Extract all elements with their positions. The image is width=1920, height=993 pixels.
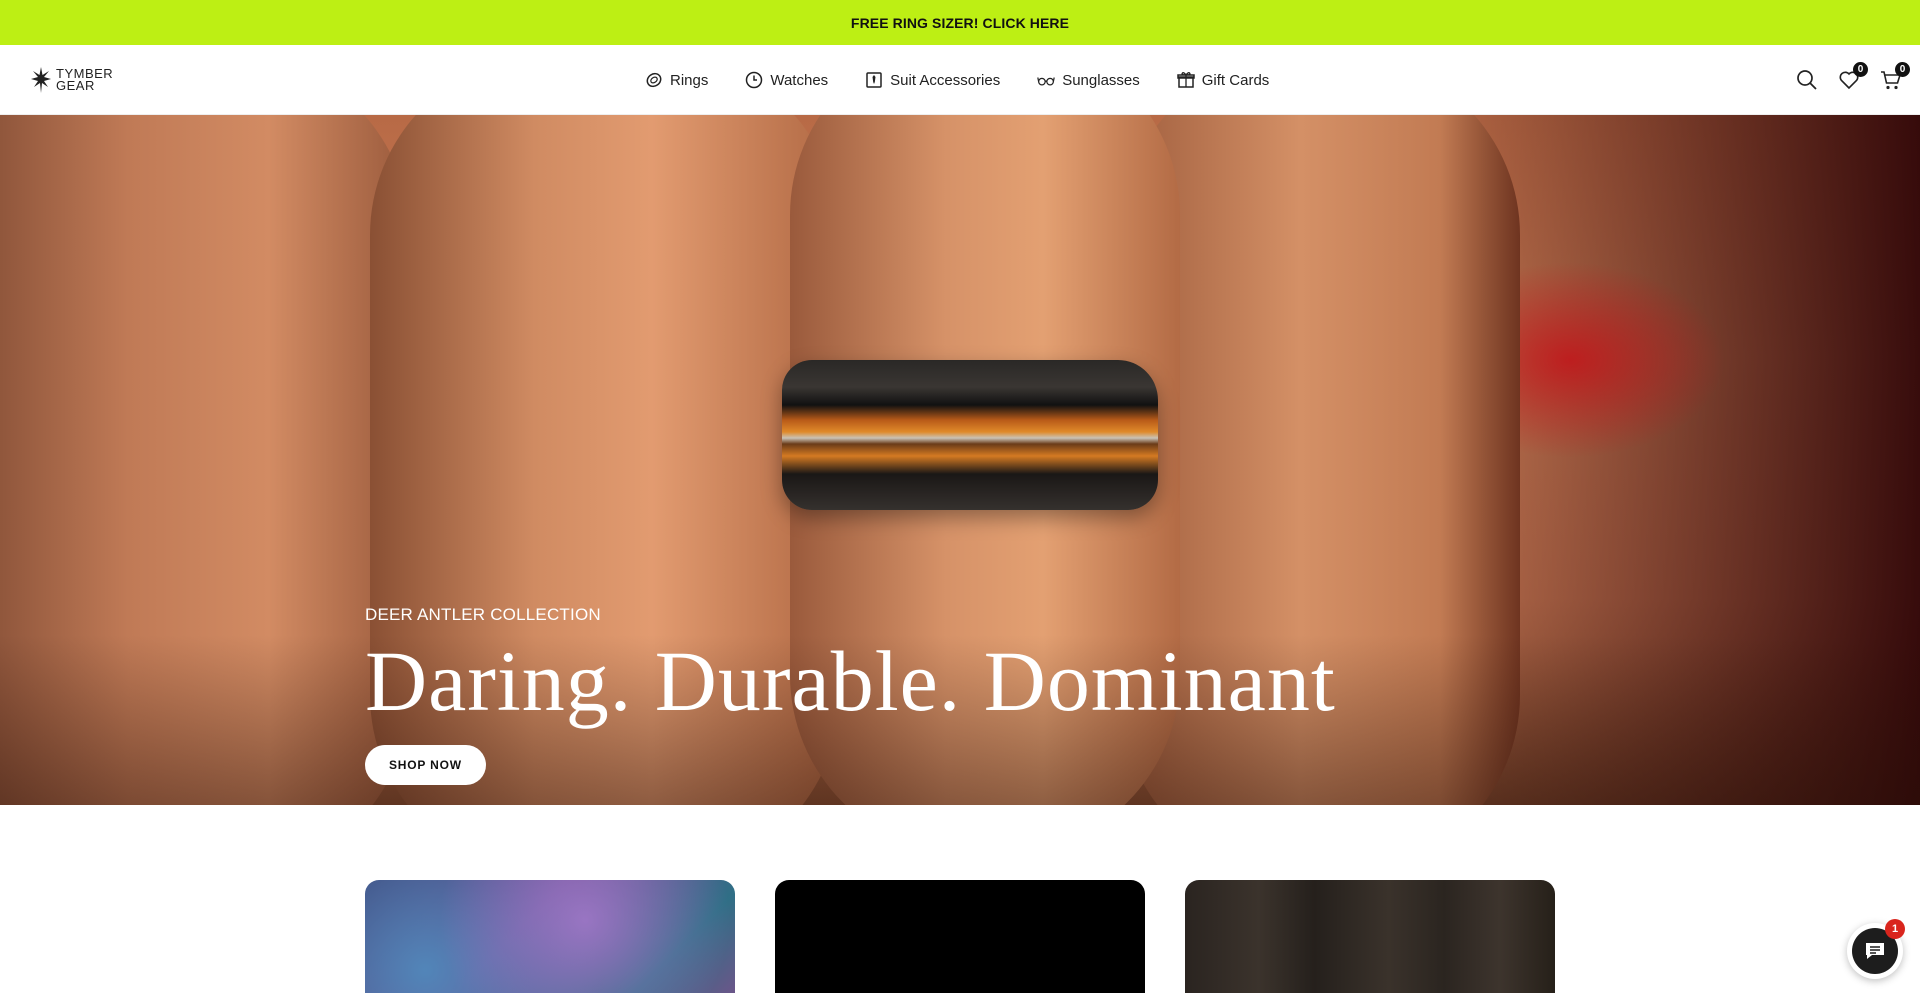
ring-icon xyxy=(646,72,662,88)
hero-banner: DEER ANTLER COLLECTION Daring. Durable. … xyxy=(0,115,1920,805)
hero-image-ring xyxy=(782,360,1158,510)
collection-card[interactable] xyxy=(365,880,735,993)
clock-icon xyxy=(746,71,763,89)
logo-text: TYMBER GEAR xyxy=(56,67,113,93)
nav-label-watches: Watches xyxy=(770,71,829,89)
nav-item-sunglasses[interactable]: Sunglasses xyxy=(1037,71,1140,89)
nav-label-gift-cards: Gift Cards xyxy=(1201,71,1270,89)
shop-now-button[interactable]: SHOP NOW xyxy=(365,745,486,785)
chat-launcher-button[interactable]: 1 xyxy=(1847,919,1905,979)
nav-item-rings[interactable]: Rings xyxy=(645,71,708,89)
nav-item-suit-accessories[interactable]: Suit Accessories xyxy=(865,71,1000,89)
hero-subtitle: DEER ANTLER COLLECTION xyxy=(365,605,601,624)
wishlist-button[interactable]: 0 xyxy=(1838,62,1868,91)
cart-button[interactable]: 0 xyxy=(1880,62,1910,91)
cart-count-badge: 0 xyxy=(1895,62,1910,77)
leaf-logo-icon xyxy=(31,67,51,93)
tie-box-icon xyxy=(866,72,882,88)
hero-content: DEER ANTLER COLLECTION Daring. Durable. … xyxy=(365,605,1336,785)
nav-label-rings: Rings xyxy=(670,71,709,89)
nav-label-sunglasses: Sunglasses xyxy=(1062,71,1140,89)
collection-card[interactable] xyxy=(775,880,1145,993)
gift-icon xyxy=(1177,72,1195,88)
nav-label-suit-accessories: Suit Accessories xyxy=(890,71,1001,89)
search-button[interactable] xyxy=(1796,69,1818,91)
hero-title: Daring. Durable. Dominant xyxy=(365,633,1336,729)
collection-card[interactable] xyxy=(1185,880,1555,993)
nav-item-watches[interactable]: Watches xyxy=(745,71,828,89)
header-actions: 0 0 xyxy=(1796,45,1910,115)
logo-line-2: GEAR xyxy=(56,78,95,93)
announcement-bar: FREE RING SIZER! CLICK HERE xyxy=(0,0,1920,45)
main-nav: Rings Watches Suit Accessories Sunglasse… xyxy=(645,45,1269,115)
announcement-link[interactable]: FREE RING SIZER! CLICK HERE xyxy=(851,15,1069,31)
wishlist-count-badge: 0 xyxy=(1853,62,1868,77)
chat-bubble-icon xyxy=(1866,943,1884,959)
logo[interactable]: TYMBER GEAR xyxy=(30,63,113,97)
search-icon xyxy=(1797,70,1817,90)
site-header: TYMBER GEAR Rings Watches Suit Accessori… xyxy=(0,45,1920,115)
nav-item-gift-cards[interactable]: Gift Cards xyxy=(1177,71,1270,89)
glasses-icon xyxy=(1037,77,1055,86)
chat-unread-badge: 1 xyxy=(1885,919,1905,939)
